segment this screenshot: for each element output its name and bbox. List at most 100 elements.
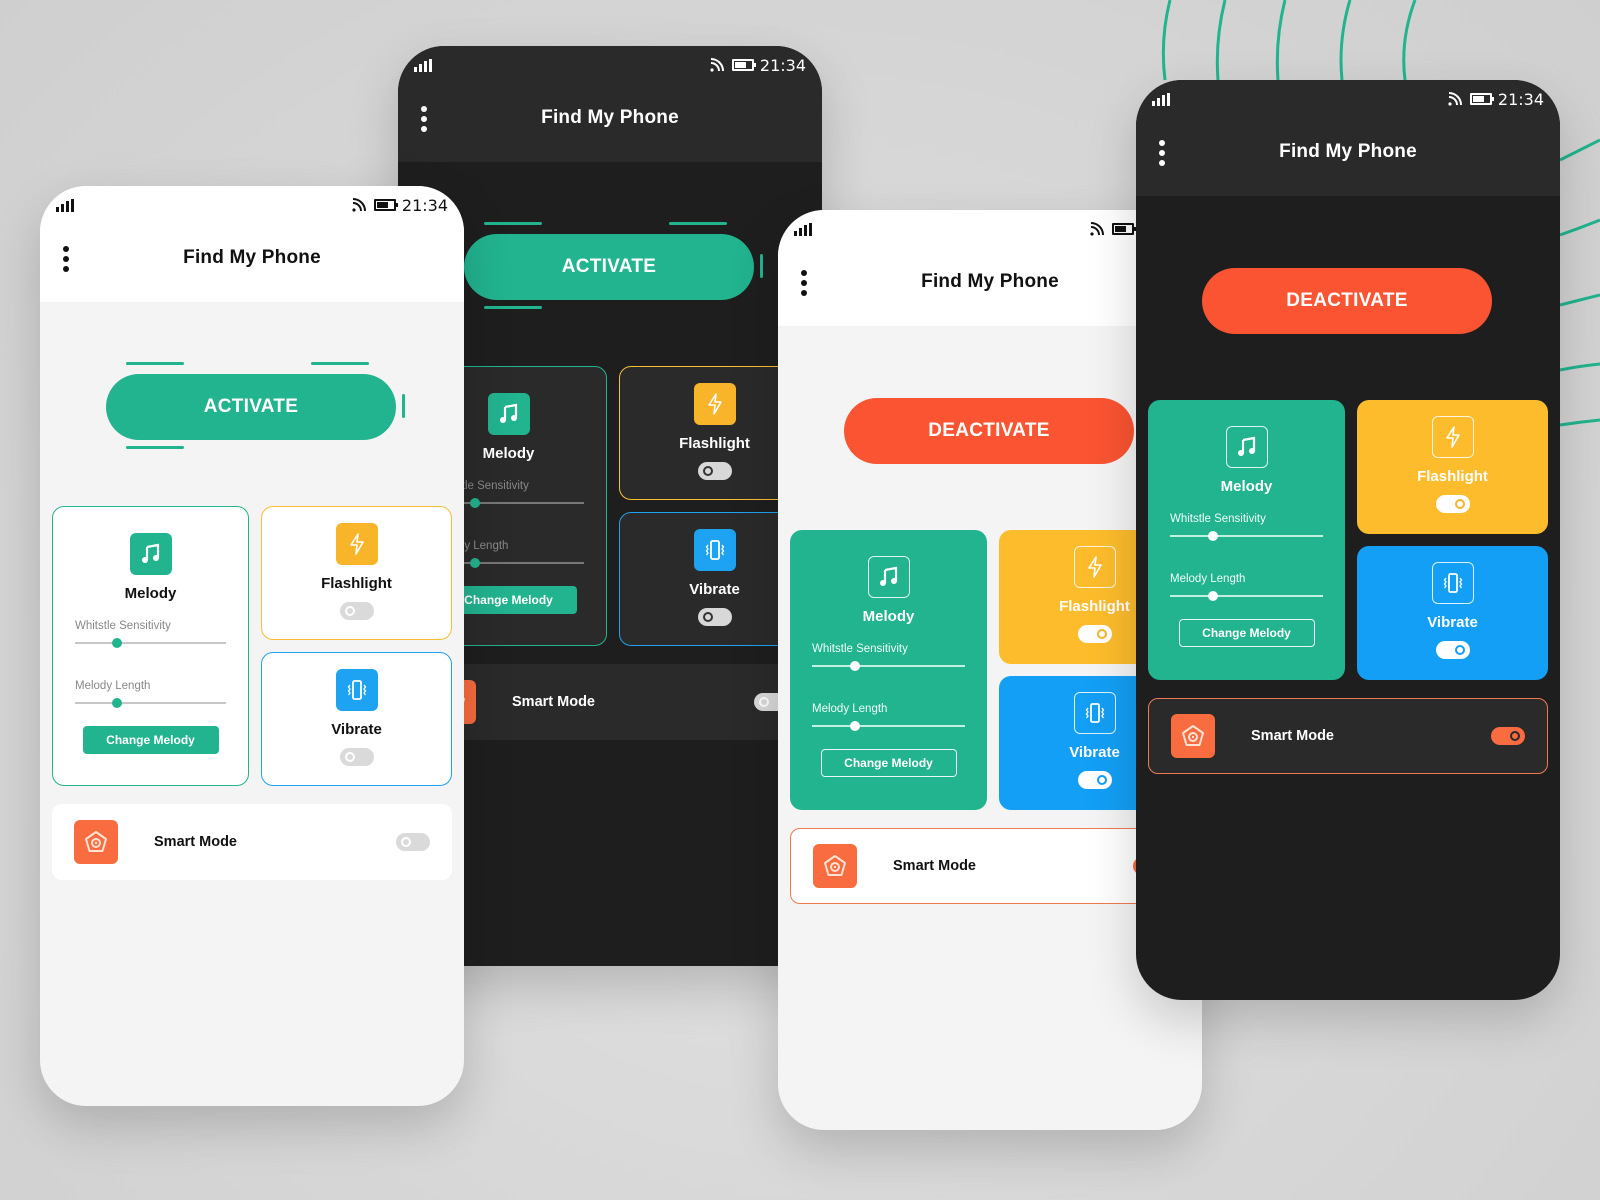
toggle-knob [702, 612, 713, 622]
slider-thumb[interactable] [470, 558, 481, 568]
signal-bar [61, 203, 64, 212]
music-note-icon [867, 556, 910, 598]
signal-bar [419, 63, 422, 72]
vibrate-toggle[interactable] [339, 748, 374, 766]
toggle-knob [401, 837, 411, 847]
vibrate-toggle[interactable] [1435, 641, 1470, 659]
main-toggle-area: ACTIVATE [106, 362, 405, 454]
smart-mode-pentagon-icon [1171, 714, 1215, 758]
whistle-sensitivity-slider[interactable] [1170, 529, 1323, 543]
change-melody-button[interactable]: Change Melody [820, 749, 957, 777]
app-header: 21:34 Find My Phone [40, 186, 464, 302]
melody-length-slider[interactable] [1170, 589, 1323, 603]
melody-label: Melody [124, 585, 177, 602]
smart-mode-row[interactable]: Smart Mode [790, 828, 1190, 904]
glow-arc [126, 362, 184, 365]
signal-bar [429, 58, 432, 72]
signal-bar [71, 198, 74, 212]
status-bar: 21:34 [56, 194, 448, 216]
page-title: Find My Phone [921, 271, 1059, 292]
slider-thumb[interactable] [1207, 531, 1218, 541]
flashlight-card[interactable]: Flashlight [1357, 400, 1548, 534]
glow-arc [126, 446, 184, 449]
glow-arc [669, 222, 727, 225]
vibrate-toggle[interactable] [1077, 771, 1112, 789]
toggle-knob [759, 697, 769, 707]
whistle-sensitivity-slider[interactable] [812, 659, 965, 673]
glow-arc [402, 394, 405, 418]
smart-mode-label: Smart Mode [893, 858, 976, 874]
music-note-icon [1225, 426, 1268, 468]
flashlight-toggle[interactable] [1077, 625, 1112, 643]
flashlight-label: Flashlight [1417, 468, 1488, 485]
menu-dot [63, 256, 69, 262]
flashlight-label: Flashlight [321, 575, 392, 592]
deactivate-button[interactable]: DEACTIVATE [844, 398, 1134, 464]
overflow-menu-icon[interactable] [1158, 140, 1166, 166]
smart-mode-toggle[interactable] [1491, 727, 1525, 745]
vibrate-phone-icon [335, 669, 378, 711]
menu-dot [801, 280, 807, 286]
melody-length-label: Melody Length [1170, 573, 1246, 585]
status-time: 21:34 [759, 55, 806, 75]
battery-icon [1111, 223, 1136, 235]
slider-thumb[interactable] [112, 698, 123, 708]
smart-mode-row[interactable]: Smart Mode [410, 664, 810, 740]
deactivate-button[interactable]: DEACTIVATE [1202, 268, 1492, 334]
vibrate-card[interactable]: Vibrate [261, 652, 452, 786]
melody-length-slider[interactable] [812, 719, 965, 733]
glow-arc [311, 362, 369, 365]
smart-mode-row[interactable]: Smart Mode [1148, 698, 1548, 774]
melody-card[interactable]: Melody Whitstle Sensitivity Melody Lengt… [52, 506, 249, 786]
menu-dot [421, 116, 427, 122]
slider-thumb[interactable] [849, 661, 860, 671]
whistle-sensitivity-label: Whitstle Sensitivity [1170, 513, 1266, 525]
change-melody-button[interactable]: Change Melody [82, 726, 219, 754]
flashlight-toggle[interactable] [697, 462, 732, 480]
change-melody-button[interactable]: Change Melody [1178, 619, 1315, 647]
melody-length-slider[interactable] [75, 696, 226, 710]
toggle-knob [1096, 629, 1107, 639]
menu-dot [421, 106, 427, 112]
toggle-knob [344, 752, 355, 762]
overflow-menu-icon[interactable] [62, 246, 70, 272]
melody-card[interactable]: Melody Whitstle Sensitivity Melody Lengt… [790, 530, 987, 810]
main-toggle-area: DEACTIVATE [1202, 256, 1492, 348]
slider-thumb[interactable] [849, 721, 860, 731]
slider-thumb[interactable] [1207, 591, 1218, 601]
melody-label: Melody [862, 608, 915, 625]
slider-thumb[interactable] [470, 498, 481, 508]
cast-icon [1448, 92, 1462, 106]
cast-icon [710, 58, 724, 72]
page-title: Find My Phone [541, 107, 679, 128]
activate-button[interactable]: ACTIVATE [106, 374, 396, 440]
status-bar: 21:34 [414, 54, 806, 76]
battery-icon [731, 59, 756, 71]
smart-mode-pentagon-icon [813, 844, 857, 888]
flashlight-toggle[interactable] [1435, 495, 1470, 513]
melody-card[interactable]: Melody Whitstle Sensitivity Melody Lengt… [1148, 400, 1345, 680]
overflow-menu-icon[interactable] [800, 270, 808, 296]
flashlight-toggle[interactable] [339, 602, 374, 620]
melody-length-label: Melody Length [75, 680, 151, 692]
status-time: 21:34 [1497, 89, 1544, 109]
flashlight-card[interactable]: Flashlight [261, 506, 452, 640]
lightning-bolt-icon [693, 383, 736, 425]
vibrate-phone-icon [693, 529, 736, 571]
signal-icon [794, 222, 812, 236]
signal-icon [414, 58, 432, 72]
smart-mode-row[interactable]: Smart Mode [52, 804, 452, 880]
whistle-sensitivity-slider[interactable] [75, 636, 226, 650]
vibrate-card[interactable]: Vibrate [1357, 546, 1548, 680]
feature-grid: Melody Whitstle Sensitivity Melody Lengt… [52, 506, 452, 786]
signal-bar [414, 66, 417, 72]
melody-label: Melody [1220, 478, 1273, 495]
smart-mode-toggle[interactable] [396, 833, 430, 851]
activate-button[interactable]: ACTIVATE [464, 234, 754, 300]
toggle-knob [344, 606, 355, 616]
cast-icon [1090, 222, 1104, 236]
slider-thumb[interactable] [112, 638, 123, 648]
overflow-menu-icon[interactable] [420, 106, 428, 132]
signal-bar [799, 227, 802, 236]
vibrate-toggle[interactable] [697, 608, 732, 626]
